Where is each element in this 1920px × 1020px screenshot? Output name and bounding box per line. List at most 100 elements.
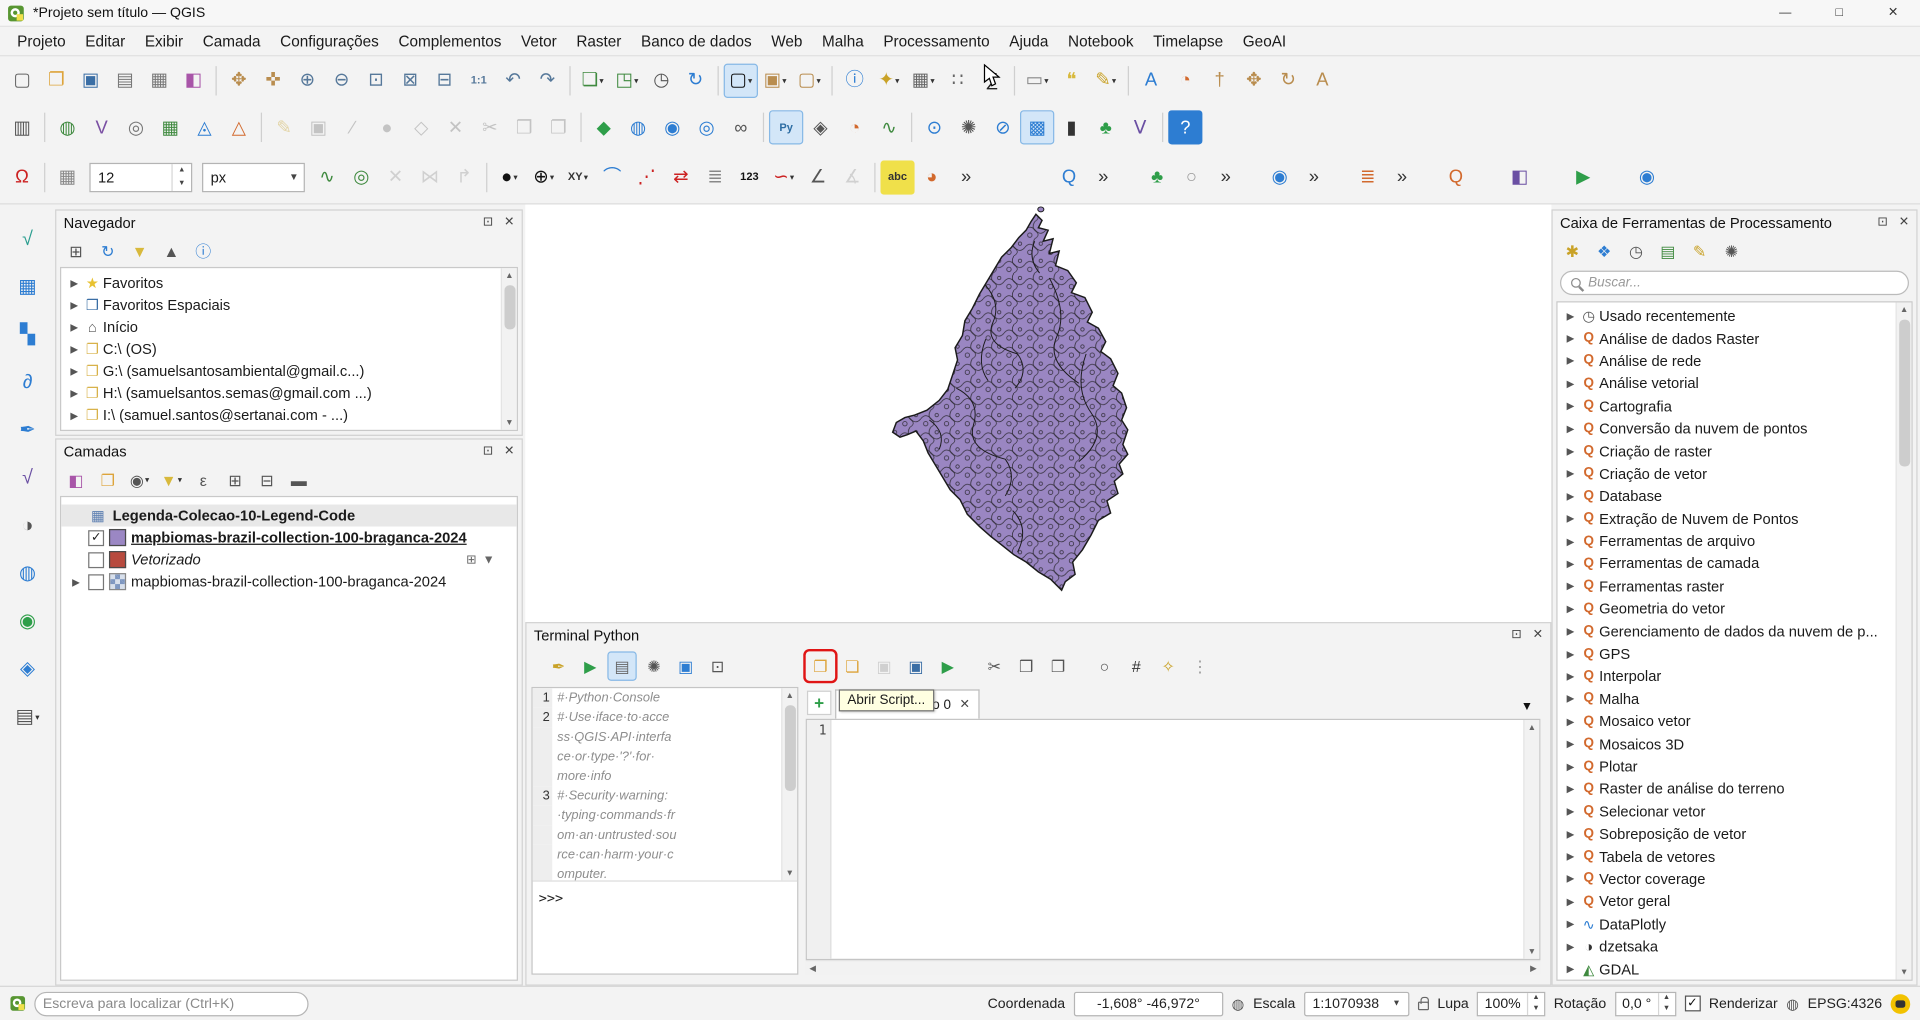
scroll-up-icon[interactable]: ▲ — [1900, 302, 1908, 317]
filter-legend-button[interactable]: ▼ ▾ — [157, 465, 186, 494]
expand-arrow-icon[interactable]: ▶ — [1562, 671, 1578, 682]
map-tips-button[interactable]: ❝ — [1054, 63, 1088, 97]
expand-arrow-icon[interactable]: ▶ — [66, 366, 82, 377]
python-console-output[interactable]: 1 #·Python·Console 2 #·Use·iface·to·acce… — [531, 687, 798, 975]
float-panel-icon[interactable]: ⊡ — [483, 446, 493, 458]
menu-item[interactable]: Timelapse — [1143, 29, 1233, 53]
intersection-button[interactable]: ⋈ — [413, 160, 447, 194]
list-plugin-button[interactable]: ≣ — [1351, 160, 1385, 194]
toolbox-scrollbar[interactable]: ▲ ▼ — [1896, 302, 1912, 979]
layer-row[interactable]: ▦ Legenda-Colecao-10-Legend-Code — [61, 504, 517, 526]
feature-action-button[interactable]: ✦ ▾ — [872, 63, 906, 97]
expand-arrow-icon[interactable]: ▶ — [66, 299, 82, 310]
spin-steppers[interactable]: ▲▼ — [1527, 992, 1544, 1014]
qms-globe-button[interactable]: ◉ — [655, 110, 689, 144]
toolbox-group-item[interactable]: ▶ Q GPS — [1558, 643, 1912, 666]
attribute-table-button[interactable]: ▦ ▾ — [906, 63, 940, 97]
toolbox-group-item[interactable]: ▶ ◑ dzetsaka — [1558, 935, 1912, 958]
close-panel-icon[interactable]: ✕ — [504, 446, 514, 458]
identify-features-button[interactable]: ⓘ — [838, 63, 872, 97]
gray-search-button[interactable]: ○ — [1174, 160, 1208, 194]
new-tab-button[interactable]: + — [807, 691, 831, 715]
menu-item[interactable]: Projeto — [7, 29, 75, 53]
scroll-up-icon[interactable]: ▲ — [505, 268, 513, 283]
menu-item[interactable]: Camada — [193, 29, 270, 53]
console-options-button[interactable]: ✺ — [639, 651, 668, 680]
format-button[interactable]: ✧ — [1153, 651, 1182, 680]
browser-scrollbar[interactable]: ▲ ▼ — [501, 268, 517, 430]
maximize-button[interactable]: □ — [1812, 0, 1866, 26]
circle-tool-button[interactable]: ● ▾ — [492, 160, 526, 194]
scroll-down-icon[interactable]: ▼ — [505, 415, 513, 430]
scale-lock-icon[interactable] — [1418, 1002, 1429, 1011]
new-geopackage-button[interactable]: ◍ — [50, 110, 84, 144]
tree-plugin-button[interactable]: ♣ — [1089, 110, 1123, 144]
filter-browser-button[interactable]: ▼ — [125, 236, 154, 265]
toolbox-group-item[interactable]: ▶ Q Plotar — [1558, 755, 1912, 778]
locator-search-input[interactable]: Escreva para localizar (Ctrl+K) — [34, 991, 308, 1015]
expand-arrow-icon[interactable]: ▶ — [1562, 333, 1578, 344]
manage-plugins-button[interactable]: ◆ — [587, 110, 621, 144]
toolbox-group-item[interactable]: ▶ Q Análise de dados Raster — [1558, 327, 1912, 350]
expand-arrow-icon[interactable]: ▶ — [1562, 581, 1578, 592]
expand-arrow-icon[interactable]: ▶ — [1562, 468, 1578, 479]
save-script-button[interactable]: ▣ — [869, 651, 898, 680]
layer-checkbox[interactable] — [88, 552, 104, 568]
scroll-thumb[interactable] — [504, 285, 515, 329]
label-abc-button[interactable]: abc — [880, 160, 914, 194]
menu-item[interactable]: Configurações — [270, 29, 388, 53]
new-spatialite-button[interactable]: ◎ — [119, 110, 153, 144]
north-arrow-button[interactable]: ◈ — [803, 110, 837, 144]
comment-button[interactable]: # — [1122, 651, 1151, 680]
menu-item[interactable]: Raster — [567, 29, 632, 53]
style-manager-button[interactable]: ◧ — [176, 63, 210, 97]
expand-arrow-icon[interactable]: ▶ — [1562, 558, 1578, 569]
expand-arrow-icon[interactable]: ▶ — [1562, 716, 1578, 727]
toolbox-group-item[interactable]: ▶ Q Extração de Nuvem de Pontos — [1558, 508, 1912, 531]
toolbox-group-item[interactable]: ▶ Q Malha — [1558, 688, 1912, 711]
open-project-button[interactable]: ❐ — [39, 63, 73, 97]
menu-item[interactable]: Exibir — [135, 29, 193, 53]
expand-arrow-icon[interactable]: ▶ — [1562, 513, 1578, 524]
layer-row[interactable]: Vetorizado ⊞▼ — [61, 549, 517, 571]
toolbox-group-item[interactable]: ▶ ∿ DataPlotly — [1558, 913, 1912, 936]
editor-text-area[interactable]: ▲ ▼ — [831, 720, 1539, 959]
expand-arrow-icon[interactable]: ▶ — [1562, 536, 1578, 547]
pin-labels-button[interactable]: † — [1202, 63, 1236, 97]
temporal-controller-button[interactable]: ◷ — [644, 63, 678, 97]
trace-arrow-button[interactable]: ↱ — [447, 160, 481, 194]
layer-checkbox[interactable]: ✓ — [88, 530, 104, 546]
toolbox-search-input[interactable]: Buscar... — [1560, 271, 1909, 295]
dark-plugin-button[interactable]: ▮ — [1054, 110, 1088, 144]
open-script-button[interactable]: ❐ — [806, 651, 835, 680]
swap-direction-button[interactable]: ⇄ — [664, 160, 698, 194]
expand-arrow-icon[interactable]: ▶ — [1562, 874, 1578, 885]
paste-button[interactable]: ❐ — [1043, 651, 1072, 680]
layer-diagram-button[interactable]: ◔ — [1168, 63, 1202, 97]
search-layers-button[interactable]: ∞ — [724, 110, 758, 144]
eye-plugin-button[interactable]: ◉ — [1262, 160, 1296, 194]
menu-item[interactable]: Processamento — [874, 29, 1000, 53]
new-mesh-layer-button[interactable]: ◬ — [187, 110, 221, 144]
zoom-in-button[interactable]: ⊕ — [290, 63, 324, 97]
copy-features-button[interactable]: ❒ — [507, 110, 541, 144]
console-help-button[interactable]: ▣ — [671, 651, 700, 680]
add-group-button[interactable]: ❐ — [93, 465, 122, 494]
menu-item[interactable]: Malha — [812, 29, 873, 53]
toolbox-group-item[interactable]: ▶ Q Ferramentas de arquivo — [1558, 530, 1912, 553]
layer-row[interactable]: ▶ mapbiomas-brazil-collection-100-bragan… — [61, 571, 517, 593]
tree-plugin-button-2[interactable]: ♣ — [1140, 160, 1174, 194]
save-script-as-button[interactable]: ▣ — [901, 651, 930, 680]
expand-arrow-icon[interactable]: ▶ — [1562, 896, 1578, 907]
menu-item[interactable]: Complementos — [389, 29, 512, 53]
pen-tool-button[interactable]: ✒ — [9, 413, 46, 450]
expand-arrow-icon[interactable]: ▶ — [1562, 626, 1578, 637]
browser-tree-item[interactable]: ▶ ★ Favoritos — [61, 272, 517, 294]
close-button[interactable]: ✕ — [1866, 0, 1920, 26]
models-button[interactable]: ✱ — [1558, 236, 1587, 265]
scroll-up-icon[interactable]: ▲ — [786, 688, 794, 703]
snap-tolerance-spinbox[interactable]: 12 ▲▼ — [89, 162, 192, 191]
profile-tool-button[interactable]: ◑ — [9, 508, 46, 545]
properties-widget-button[interactable]: ⓘ — [189, 236, 218, 265]
overflow-button-5[interactable]: » — [1385, 160, 1419, 194]
